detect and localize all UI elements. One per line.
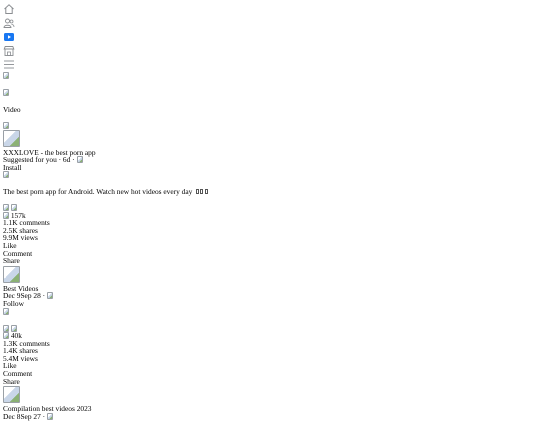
nav-friends[interactable]	[3, 17, 15, 29]
ad-body-text: The best porn app for Android. Watch new…	[3, 187, 193, 197]
emoji-glyph	[200, 189, 204, 195]
nav-video[interactable]	[3, 31, 15, 43]
shares-count[interactable]: 2.5K shares	[3, 227, 540, 235]
comment-button[interactable]: Comment	[3, 370, 540, 378]
video-thumbnail[interactable]	[3, 203, 9, 211]
globe-icon	[46, 292, 53, 300]
page: Video XXXLOVE - the best porn app Sugges…	[0, 0, 540, 420]
shares-count[interactable]: 1.4K shares	[3, 347, 540, 355]
avatar[interactable]	[3, 129, 20, 147]
broken-image-icon	[3, 307, 9, 315]
post-date[interactable]: Dec 8Sep 27 ·	[3, 412, 45, 421]
nav-menu[interactable]	[3, 59, 15, 70]
home-icon	[4, 4, 14, 14]
comments-count[interactable]: 1.1K comments	[3, 219, 540, 227]
comments-count[interactable]: 1.3K comments	[3, 340, 540, 348]
comment-button[interactable]: Comment	[3, 249, 540, 258]
broken-image-icon	[3, 171, 9, 179]
emoji-glyph	[195, 189, 199, 195]
friends-icon	[3, 18, 15, 28]
video-post: Compilation best videos 2023 Dec 8Sep 27…	[3, 386, 540, 420]
ad-post: XXXLOVE - the best porn app Suggested fo…	[3, 121, 540, 265]
video-post: Best Videos Dec 9Sep 28 · Follow 40k 1.3…	[3, 265, 540, 386]
broken-image-icon	[3, 121, 9, 129]
menu-icon	[4, 60, 14, 69]
nav-bar	[3, 3, 540, 70]
video-icon	[4, 33, 14, 41]
share-button[interactable]: Share	[3, 378, 540, 386]
nav-home[interactable]	[3, 3, 15, 15]
broken-image-icon	[3, 89, 9, 96]
share-button[interactable]: Share	[3, 257, 540, 265]
broken-image-icon	[3, 72, 9, 79]
nav-marketplace[interactable]	[3, 45, 15, 57]
avatar[interactable]	[3, 265, 20, 283]
avatar[interactable]	[3, 386, 20, 404]
emoji-glyph	[204, 189, 208, 195]
globe-icon	[76, 156, 83, 164]
section-title: Video	[3, 105, 21, 114]
marketplace-icon	[3, 46, 15, 56]
views-count: 5.4M views	[3, 353, 38, 363]
follow-button[interactable]: Follow	[3, 300, 540, 308]
views-count: 9.9M views	[3, 233, 38, 243]
like-button[interactable]: Like	[3, 242, 540, 250]
like-button[interactable]: Like	[3, 362, 540, 370]
install-button[interactable]: Install	[3, 163, 21, 172]
globe-icon	[46, 412, 53, 420]
